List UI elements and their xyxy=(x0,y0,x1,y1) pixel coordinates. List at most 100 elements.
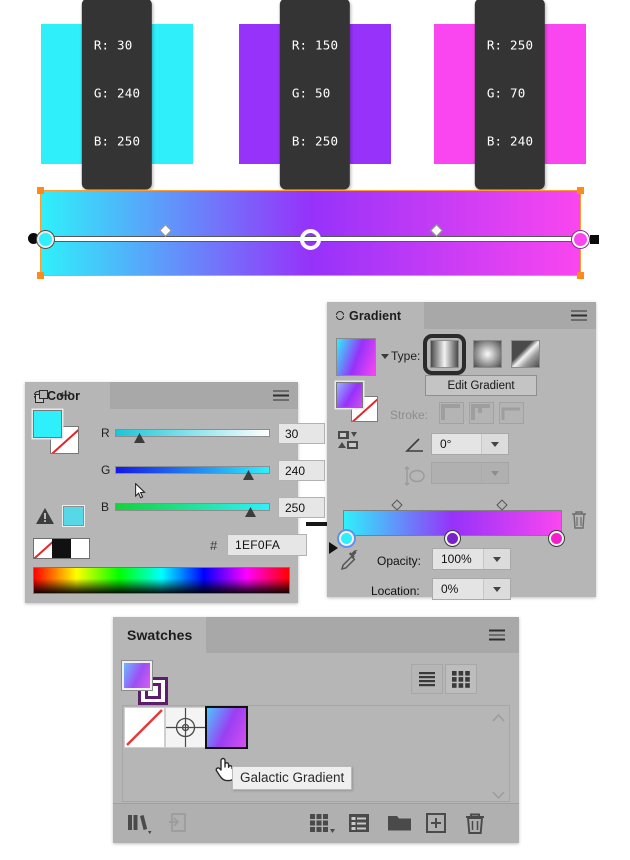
tab-gradient[interactable]: Gradient xyxy=(327,302,424,329)
swatches-fill-stroke-indicator[interactable] xyxy=(122,661,168,705)
freeform-gradient-type-button[interactable] xyxy=(511,340,540,368)
gradient-angle-combo[interactable]: 0° xyxy=(431,433,509,455)
tab-swatches[interactable]: Swatches xyxy=(113,617,206,653)
fill-stroke-indicator[interactable] xyxy=(33,410,79,454)
selected-swatch-outline xyxy=(205,706,248,749)
registration-swatch[interactable] xyxy=(165,707,206,748)
stroke-across-button[interactable] xyxy=(499,402,524,424)
slider-label-r: R xyxy=(101,426,110,440)
b-value-label: B: 250 xyxy=(291,133,339,149)
gradient-slider-stop-middle[interactable] xyxy=(445,531,460,546)
delete-swatch-button[interactable] xyxy=(463,812,487,840)
gradient-annotator[interactable] xyxy=(28,224,600,250)
chevron-down-icon[interactable] xyxy=(381,354,389,359)
black-swatch-button[interactable] xyxy=(52,539,71,558)
out-of-gamut-warning-icon[interactable] xyxy=(35,507,55,525)
g-value-label: G: 70 xyxy=(486,85,526,101)
type-label: Type: xyxy=(391,349,421,363)
revert-arrow-icon[interactable]: ↩ xyxy=(59,388,74,403)
hex-input[interactable]: 1EF0FA xyxy=(227,534,307,556)
white-swatch-button[interactable] xyxy=(70,539,89,558)
value-field-g[interactable]: 240 xyxy=(278,460,325,481)
gradient-slider-midpoint-1[interactable] xyxy=(391,499,403,511)
none-black-white-bar[interactable] xyxy=(33,538,90,559)
grid-view-button[interactable] xyxy=(445,664,477,694)
new-swatch-button[interactable] xyxy=(425,812,449,839)
g-value-label: G: 50 xyxy=(291,85,331,101)
swatch-libraries-button[interactable] xyxy=(127,812,155,839)
hamburger-icon[interactable] xyxy=(571,310,587,321)
gradient-stop-middle[interactable] xyxy=(300,229,321,250)
swatches-panel[interactable]: Swatches Galactic Gradient xyxy=(113,617,519,843)
purple-color-square: R: 150 G: 50 B: 250 xyxy=(239,0,391,190)
selection-handle-br[interactable] xyxy=(577,272,584,279)
gradient-panel[interactable]: Gradient Type: Edit Gradient Stroke: 0° … xyxy=(327,302,596,600)
cyan-color-square: R: 30 G: 240 B: 250 xyxy=(41,0,193,190)
linear-gradient-type-button[interactable] xyxy=(430,340,459,368)
swap-fill-stroke-icon[interactable] xyxy=(35,390,50,404)
rgb-value-chip: R: 150 G: 50 B: 250 xyxy=(279,0,351,190)
fill-swatch[interactable] xyxy=(33,410,62,438)
eyedropper-icon[interactable] xyxy=(339,548,361,572)
gradient-panel-header: Gradient xyxy=(327,302,596,329)
gradient-stop-end[interactable] xyxy=(572,231,589,248)
slider-thumb-r[interactable] xyxy=(133,433,146,444)
g-value-label: G: 240 xyxy=(93,85,141,101)
selection-handle-bl[interactable] xyxy=(37,272,44,279)
swatch-options-button[interactable] xyxy=(348,812,372,839)
location-combo[interactable]: 0% xyxy=(432,578,511,600)
swatches-footer xyxy=(113,803,519,843)
gradient-fill-stroke-indicator[interactable] xyxy=(336,382,378,422)
chevron-down-icon[interactable] xyxy=(481,463,508,483)
hamburger-icon[interactable] xyxy=(273,390,289,401)
rgb-value-chip: R: 250 G: 70 B: 240 xyxy=(474,0,546,190)
gradient-aspect-combo[interactable] xyxy=(431,462,509,484)
add-to-library-button[interactable] xyxy=(168,812,192,839)
color-spectrum-ramp[interactable] xyxy=(33,567,290,594)
gradient-slider-midpoint-2[interactable] xyxy=(496,499,508,511)
edit-gradient-button[interactable]: Edit Gradient xyxy=(425,375,537,396)
show-swatch-kinds-button[interactable] xyxy=(309,812,337,839)
list-view-button[interactable] xyxy=(411,664,443,694)
swatches-fill-preview[interactable] xyxy=(122,661,152,690)
stroke-label: Stroke: xyxy=(390,408,429,422)
color-slider-row-r[interactable]: R xyxy=(101,426,270,440)
swatches-panel-title: Swatches xyxy=(127,627,193,643)
chevron-down-icon[interactable] xyxy=(481,434,508,454)
chevron-down-icon[interactable] xyxy=(483,549,510,569)
new-color-group-button[interactable] xyxy=(387,812,413,839)
stroke-along-button[interactable] xyxy=(469,402,494,424)
gradient-slider-stop-end[interactable] xyxy=(549,531,564,546)
gradient-slider-stop-start[interactable] xyxy=(339,531,354,546)
color-panel[interactable]: Color ↩ R 30 G 240 B 250 # 1EF0FA xyxy=(25,382,325,603)
gradient-preview-swatch[interactable] xyxy=(336,338,376,376)
mouse-cursor xyxy=(135,482,146,499)
selection-edge-top xyxy=(41,190,580,191)
gradient-stop-start[interactable] xyxy=(37,231,54,248)
apply-to-fill-stroke-icon[interactable] xyxy=(337,430,359,450)
r-value-label: R: 250 xyxy=(486,37,534,53)
in-gamut-color-swatch[interactable] xyxy=(63,506,84,526)
selection-handle-tl[interactable] xyxy=(37,187,44,194)
r-value-label: R: 150 xyxy=(291,37,339,53)
opacity-combo[interactable]: 100% xyxy=(432,548,511,570)
trash-icon[interactable] xyxy=(570,510,588,530)
b-value-label: B: 240 xyxy=(486,133,534,149)
radial-gradient-type-button[interactable] xyxy=(473,340,502,368)
gradient-end-square[interactable] xyxy=(590,235,599,244)
selection-handle-tr[interactable] xyxy=(577,187,584,194)
value-field-b[interactable]: 250 xyxy=(278,497,325,518)
hamburger-icon[interactable] xyxy=(489,629,505,641)
slider-thumb-b[interactable] xyxy=(244,507,257,518)
none-swatch[interactable] xyxy=(124,707,165,748)
gradient-fill-swatch[interactable] xyxy=(336,382,363,408)
scroll-up-button[interactable] xyxy=(492,710,505,722)
collapse-arrows-icon[interactable] xyxy=(335,310,344,321)
scroll-down-button[interactable] xyxy=(492,787,505,800)
chevron-down-icon[interactable] xyxy=(483,579,510,599)
stroke-within-button[interactable] xyxy=(439,402,464,424)
selected-stop-pointer xyxy=(329,542,338,554)
none-swatch-button[interactable] xyxy=(34,539,53,558)
slider-thumb-g[interactable] xyxy=(242,470,255,481)
value-field-r[interactable]: 30 xyxy=(278,423,325,444)
